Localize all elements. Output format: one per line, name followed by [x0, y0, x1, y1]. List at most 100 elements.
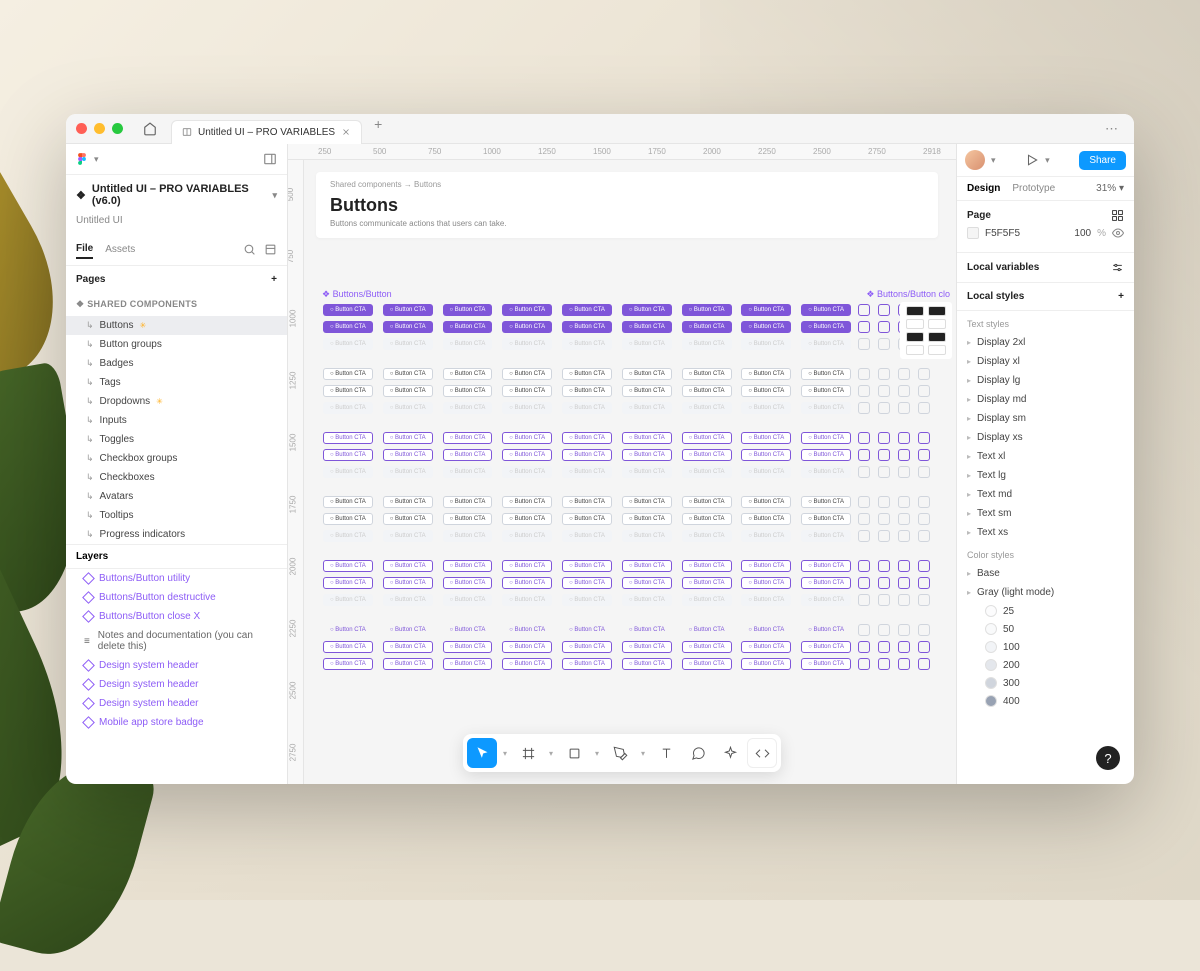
example-button[interactable]: ○ Button CTA	[502, 530, 552, 542]
page-item[interactable]: ↳Buttons✳︎	[66, 316, 287, 335]
example-button[interactable]: ○ Button CTA	[443, 321, 493, 333]
text-style-item[interactable]: ▸Display sm	[957, 409, 1134, 428]
example-button[interactable]: ○ Button CTA	[801, 466, 851, 478]
example-button[interactable]: ○ Button CTA	[741, 385, 791, 397]
example-button[interactable]: ○ Button CTA	[622, 658, 672, 670]
layer-item[interactable]: Design system header	[66, 675, 287, 694]
example-button[interactable]: ○ Button CTA	[383, 368, 433, 380]
page-item[interactable]: ↳Checkboxes	[66, 468, 287, 487]
example-button[interactable]: ○ Button CTA	[622, 368, 672, 380]
text-style-item[interactable]: ▸Text xl	[957, 447, 1134, 466]
example-button[interactable]: ○ Button CTA	[622, 449, 672, 461]
tab-assets[interactable]: Assets	[105, 241, 135, 258]
example-button[interactable]: ○ Button CTA	[682, 577, 732, 589]
example-button[interactable]: ○ Button CTA	[443, 466, 493, 478]
section-local-vars[interactable]: Local variables	[967, 262, 1039, 273]
example-button[interactable]: ○ Button CTA	[682, 658, 732, 670]
page-item[interactable]: ↳Avatars	[66, 487, 287, 506]
comment-tool[interactable]	[683, 738, 713, 768]
example-button[interactable]: ○ Button CTA	[383, 496, 433, 508]
example-button[interactable]: ○ Button CTA	[682, 321, 732, 333]
panel-toggle-icon[interactable]	[263, 152, 277, 166]
example-button[interactable]: ○ Button CTA	[562, 496, 612, 508]
example-button[interactable]: ○ Button CTA	[682, 466, 732, 478]
example-button[interactable]: ○ Button CTA	[801, 496, 851, 508]
example-button[interactable]: ○ Button CTA	[622, 321, 672, 333]
example-button[interactable]: ○ Button CTA	[502, 624, 552, 636]
example-button[interactable]: ○ Button CTA	[323, 577, 373, 589]
example-button[interactable]: ○ Button CTA	[323, 658, 373, 670]
example-button[interactable]: ○ Button CTA	[801, 594, 851, 606]
example-button[interactable]: ○ Button CTA	[801, 530, 851, 542]
example-button[interactable]: ○ Button CTA	[562, 402, 612, 414]
example-button[interactable]: ○ Button CTA	[323, 432, 373, 444]
example-button[interactable]: ○ Button CTA	[682, 496, 732, 508]
example-button[interactable]: ○ Button CTA	[323, 449, 373, 461]
example-button[interactable]: ○ Button CTA	[502, 658, 552, 670]
shape-tool[interactable]	[559, 738, 589, 768]
example-button[interactable]: ○ Button CTA	[801, 560, 851, 572]
pen-tool[interactable]	[605, 738, 635, 768]
example-button[interactable]: ○ Button CTA	[323, 560, 373, 572]
example-button[interactable]: ○ Button CTA	[622, 466, 672, 478]
example-button[interactable]: ○ Button CTA	[562, 304, 612, 316]
button-grid[interactable]: ○ Button CTA ○ Button CTA ○ Button CTA ○ Bu…	[316, 304, 938, 675]
example-button[interactable]: ○ Button CTA	[502, 338, 552, 350]
tab-file[interactable]: File	[76, 240, 93, 259]
page-item[interactable]: ↳Inputs	[66, 411, 287, 430]
fill-hex[interactable]: F5F5F5	[985, 228, 1068, 239]
example-button[interactable]: ○ Button CTA	[323, 641, 373, 653]
avatar[interactable]	[965, 150, 985, 170]
dev-mode-tool[interactable]	[747, 738, 777, 768]
example-button[interactable]: ○ Button CTA	[383, 577, 433, 589]
example-button[interactable]: ○ Button CTA	[801, 368, 851, 380]
example-button[interactable]: ○ Button CTA	[801, 641, 851, 653]
example-button[interactable]: ○ Button CTA	[622, 432, 672, 444]
example-button[interactable]: ○ Button CTA	[622, 338, 672, 350]
example-button[interactable]: ○ Button CTA	[741, 338, 791, 350]
close-window-icon[interactable]	[76, 123, 87, 134]
color-swatch-item[interactable]: 50	[957, 620, 1134, 638]
example-button[interactable]: ○ Button CTA	[741, 577, 791, 589]
example-button[interactable]: ○ Button CTA	[562, 658, 612, 670]
example-button[interactable]: ○ Button CTA	[443, 577, 493, 589]
canvas[interactable]: 2505007501000125015001750200022502500275…	[288, 144, 956, 784]
example-button[interactable]: ○ Button CTA	[502, 368, 552, 380]
example-button[interactable]: ○ Button CTA	[502, 432, 552, 444]
example-button[interactable]: ○ Button CTA	[383, 449, 433, 461]
example-button[interactable]: ○ Button CTA	[502, 577, 552, 589]
example-button[interactable]: ○ Button CTA	[443, 530, 493, 542]
home-icon[interactable]	[143, 122, 157, 136]
example-button[interactable]: ○ Button CTA	[741, 513, 791, 525]
close-tab-icon[interactable]	[341, 127, 351, 137]
eye-icon[interactable]	[1112, 227, 1124, 239]
example-button[interactable]: ○ Button CTA	[801, 513, 851, 525]
example-button[interactable]: ○ Button CTA	[562, 466, 612, 478]
example-button[interactable]: ○ Button CTA	[562, 321, 612, 333]
example-button[interactable]: ○ Button CTA	[562, 530, 612, 542]
example-button[interactable]: ○ Button CTA	[682, 641, 732, 653]
example-button[interactable]: ○ Button CTA	[622, 594, 672, 606]
example-button[interactable]: ○ Button CTA	[443, 304, 493, 316]
example-button[interactable]: ○ Button CTA	[383, 385, 433, 397]
example-button[interactable]: ○ Button CTA	[383, 321, 433, 333]
example-button[interactable]: ○ Button CTA	[622, 402, 672, 414]
color-swatch-item[interactable]: 25	[957, 602, 1134, 620]
file-tab[interactable]: Untitled UI – PRO VARIABLES	[171, 120, 362, 144]
text-style-item[interactable]: ▸Text xs	[957, 523, 1134, 542]
page-item[interactable]: ↳Tags	[66, 373, 287, 392]
example-button[interactable]: ○ Button CTA	[682, 368, 732, 380]
example-button[interactable]: ○ Button CTA	[741, 432, 791, 444]
example-button[interactable]: ○ Button CTA	[562, 641, 612, 653]
fill-swatch[interactable]	[967, 227, 979, 239]
example-button[interactable]: ○ Button CTA	[502, 321, 552, 333]
example-button[interactable]: ○ Button CTA	[383, 304, 433, 316]
example-button[interactable]: ○ Button CTA	[443, 513, 493, 525]
example-button[interactable]: ○ Button CTA	[323, 402, 373, 414]
example-button[interactable]: ○ Button CTA	[801, 304, 851, 316]
example-button[interactable]: ○ Button CTA	[323, 513, 373, 525]
example-button[interactable]: ○ Button CTA	[383, 560, 433, 572]
page-item[interactable]: ↳Progress indicators	[66, 525, 287, 544]
color-group-item[interactable]: ▸Gray (light mode)	[957, 583, 1134, 602]
zoom-level[interactable]: 31% ▾	[1096, 183, 1124, 194]
